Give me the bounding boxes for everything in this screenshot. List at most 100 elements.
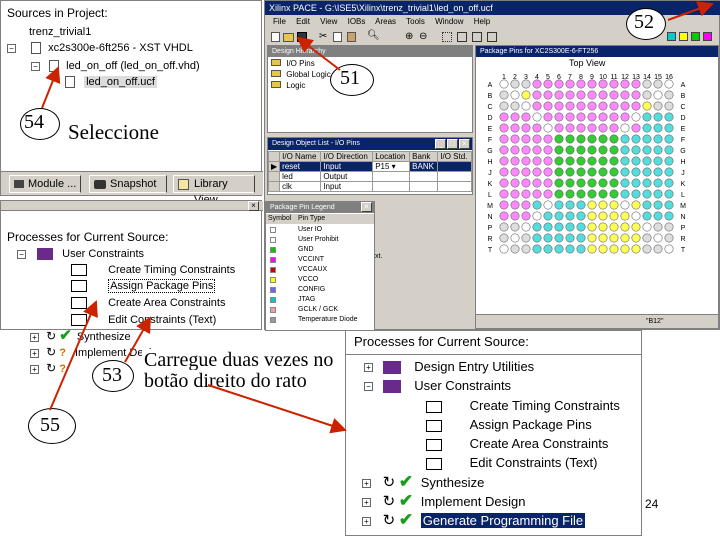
pin[interactable] xyxy=(543,200,553,210)
pin[interactable] xyxy=(565,244,575,254)
pin[interactable] xyxy=(499,123,509,133)
pin[interactable] xyxy=(620,145,630,155)
pin[interactable] xyxy=(521,200,531,210)
pin[interactable] xyxy=(532,233,542,243)
pin[interactable] xyxy=(642,156,652,166)
pin[interactable] xyxy=(609,244,619,254)
pin[interactable] xyxy=(609,189,619,199)
pin[interactable] xyxy=(587,178,597,188)
menu-tools[interactable]: Tools xyxy=(406,17,425,26)
pin[interactable] xyxy=(510,112,520,122)
pin[interactable] xyxy=(510,134,520,144)
pin[interactable] xyxy=(510,101,520,111)
process-edit-constraints-large[interactable]: Edit Constraints (Text) xyxy=(426,455,598,471)
pin[interactable] xyxy=(631,156,641,166)
tree-item-ucf[interactable]: led_on_off.ucf xyxy=(65,75,157,89)
pin[interactable] xyxy=(653,101,663,111)
pin[interactable] xyxy=(631,167,641,177)
pin[interactable] xyxy=(521,145,531,155)
collapse-icon[interactable]: − xyxy=(7,43,16,53)
pin[interactable] xyxy=(631,222,641,232)
pin[interactable] xyxy=(587,90,597,100)
pin[interactable] xyxy=(609,211,619,221)
pin[interactable] xyxy=(609,156,619,166)
pin[interactable] xyxy=(653,134,663,144)
menu-help[interactable]: Help xyxy=(474,17,490,26)
cut-icon[interactable]: ✂ xyxy=(319,31,327,42)
pin[interactable] xyxy=(554,90,564,100)
pin[interactable] xyxy=(543,178,553,188)
pin[interactable] xyxy=(565,112,575,122)
pin[interactable] xyxy=(565,211,575,221)
process-implement-design-large[interactable]: + ↻ ✔ Implement Design xyxy=(362,492,525,510)
menu-edit[interactable]: Edit xyxy=(296,17,310,26)
pin[interactable] xyxy=(510,123,520,133)
pin[interactable] xyxy=(543,211,553,221)
pin[interactable] xyxy=(664,189,674,199)
process-create-timing-constraints[interactable]: Create Timing Constraints xyxy=(71,263,235,277)
pin[interactable] xyxy=(532,90,542,100)
tab-library-view[interactable]: Library View xyxy=(173,175,255,206)
pin[interactable] xyxy=(653,156,663,166)
pin[interactable] xyxy=(642,189,652,199)
pin[interactable] xyxy=(598,101,608,111)
pin[interactable] xyxy=(642,112,652,122)
pin[interactable] xyxy=(620,211,630,221)
pin[interactable] xyxy=(653,79,663,89)
pin[interactable] xyxy=(609,112,619,122)
tree-item-device[interactable]: − xc2s300e-6ft256 - XST VHDL xyxy=(7,41,193,55)
pin[interactable] xyxy=(631,145,641,155)
pin[interactable] xyxy=(609,123,619,133)
pin[interactable] xyxy=(642,211,652,221)
pin[interactable] xyxy=(565,200,575,210)
pin[interactable] xyxy=(620,90,630,100)
pin[interactable] xyxy=(554,178,564,188)
pin[interactable] xyxy=(499,101,509,111)
pin[interactable] xyxy=(598,134,608,144)
copy-icon[interactable] xyxy=(333,32,342,42)
pin[interactable] xyxy=(609,145,619,155)
pin[interactable] xyxy=(631,112,641,122)
pin[interactable] xyxy=(642,244,652,254)
pin[interactable] xyxy=(642,123,652,133)
pin[interactable] xyxy=(554,145,564,155)
pin[interactable] xyxy=(587,189,597,199)
process-user-constraints[interactable]: − User Constraints xyxy=(364,378,511,394)
new-icon[interactable] xyxy=(271,32,280,42)
pin[interactable] xyxy=(532,211,542,221)
pin[interactable] xyxy=(609,222,619,232)
pin[interactable] xyxy=(664,167,674,177)
tool-icon-2[interactable] xyxy=(472,32,482,42)
pin[interactable] xyxy=(631,244,641,254)
pin[interactable] xyxy=(620,244,630,254)
pin[interactable] xyxy=(653,233,663,243)
maximize-icon[interactable]: □ xyxy=(447,139,458,149)
pin[interactable] xyxy=(609,178,619,188)
pin[interactable] xyxy=(543,167,553,177)
process-design-entry-utilities[interactable]: + Design Entry Utilities xyxy=(364,359,534,375)
pin[interactable] xyxy=(642,222,652,232)
pin[interactable] xyxy=(510,222,520,232)
pin[interactable] xyxy=(576,123,586,133)
pin[interactable] xyxy=(653,167,663,177)
pin[interactable] xyxy=(543,90,553,100)
pin[interactable] xyxy=(598,90,608,100)
pin[interactable] xyxy=(532,167,542,177)
pin[interactable] xyxy=(642,145,652,155)
tab-snapshot[interactable]: Snapshot ... xyxy=(89,175,167,206)
pin[interactable] xyxy=(554,134,564,144)
pin[interactable] xyxy=(510,79,520,89)
pin[interactable] xyxy=(631,90,641,100)
pin[interactable] xyxy=(543,244,553,254)
minimize-icon[interactable]: _ xyxy=(435,139,446,149)
pin[interactable] xyxy=(576,112,586,122)
pin[interactable] xyxy=(653,222,663,232)
pin[interactable] xyxy=(510,189,520,199)
pin[interactable] xyxy=(631,79,641,89)
process-edit-constraints[interactable]: Edit Constraints (Text) xyxy=(71,313,216,327)
pin[interactable] xyxy=(664,200,674,210)
color-swatch-yellow[interactable] xyxy=(679,32,688,41)
pin[interactable] xyxy=(521,189,531,199)
pin[interactable] xyxy=(532,178,542,188)
pin[interactable] xyxy=(499,156,509,166)
